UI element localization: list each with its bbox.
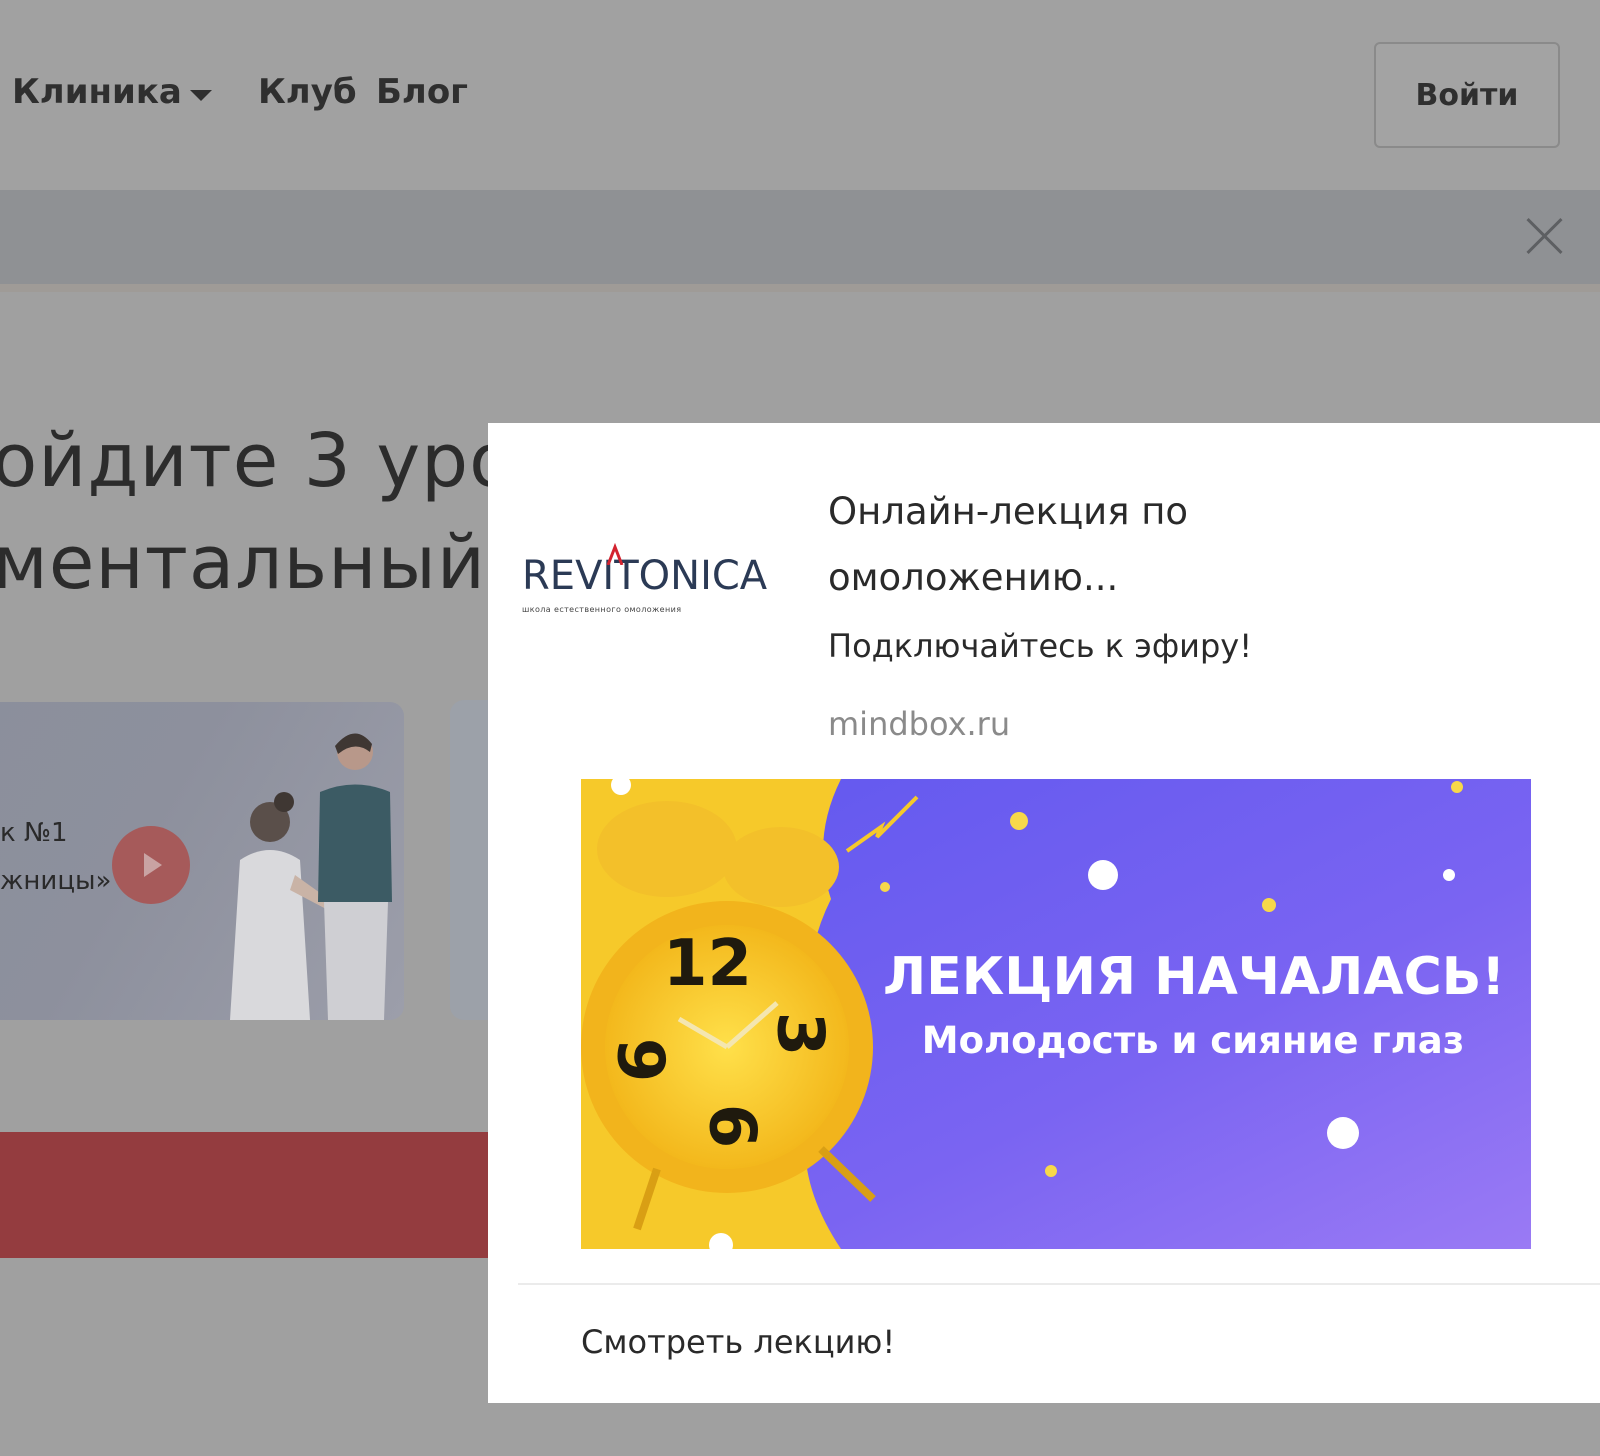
banner-subline: Молодость и сияние глаз	[921, 1019, 1465, 1062]
hero-title-line-1: ойдите 3 уро	[0, 418, 516, 504]
person-image	[318, 733, 392, 1020]
logo-accent-icon	[606, 543, 624, 565]
site-header: Клиника Клуб Блог Войти	[0, 0, 1600, 190]
nav-item-club[interactable]: Клуб	[258, 72, 357, 112]
banner-shadow	[0, 284, 1600, 292]
clock-number-6: 6	[694, 1103, 769, 1149]
clock-number-12: 12	[663, 927, 753, 1001]
lesson-title-line-2: жницы»	[0, 866, 112, 896]
play-icon[interactable]	[112, 826, 190, 904]
cta-bar[interactable]	[0, 1132, 500, 1258]
notification-image[interactable]: 12 3 6 9 ЛЕКЦИЯ НАЧАЛАСЬ! Молодость и си…	[581, 779, 1531, 1249]
push-notification[interactable]: REVITONICA школа естественного омоложени…	[488, 423, 1600, 1403]
chevron-down-icon[interactable]	[190, 90, 212, 101]
notification-title: Онлайн-лекция по омоложению...	[828, 490, 1189, 599]
banner-headline: ЛЕКЦИЯ НАЧАЛАСЬ!	[883, 947, 1506, 1007]
clock-number-9: 9	[602, 1037, 677, 1083]
lesson-card[interactable]	[0, 702, 404, 1020]
close-icon[interactable]	[1524, 216, 1564, 256]
logo-wordmark: REVITONICA	[522, 553, 768, 599]
hero-title-line-2: ментальный	[0, 520, 486, 606]
banner-artwork	[581, 779, 1531, 1249]
brand-logo: REVITONICA школа естественного омоложени…	[522, 543, 772, 623]
watch-lecture-button[interactable]: Смотреть лекцию!	[581, 1323, 895, 1361]
divider	[518, 1283, 1600, 1285]
nav-item-blog[interactable]: Блог	[376, 72, 468, 112]
nav-item-clinic[interactable]: Клиника	[12, 72, 182, 112]
info-banner	[0, 190, 1600, 284]
notification-domain: mindbox.ru	[828, 705, 1011, 743]
clock-number-3: 3	[762, 1011, 837, 1057]
notification-body: Подключайтесь к эфиру!	[828, 627, 1253, 665]
lesson-title-line-1: к №1	[0, 818, 68, 848]
login-button[interactable]: Войти	[1374, 42, 1560, 148]
logo-tagline: школа естественного омоложения	[522, 605, 682, 614]
